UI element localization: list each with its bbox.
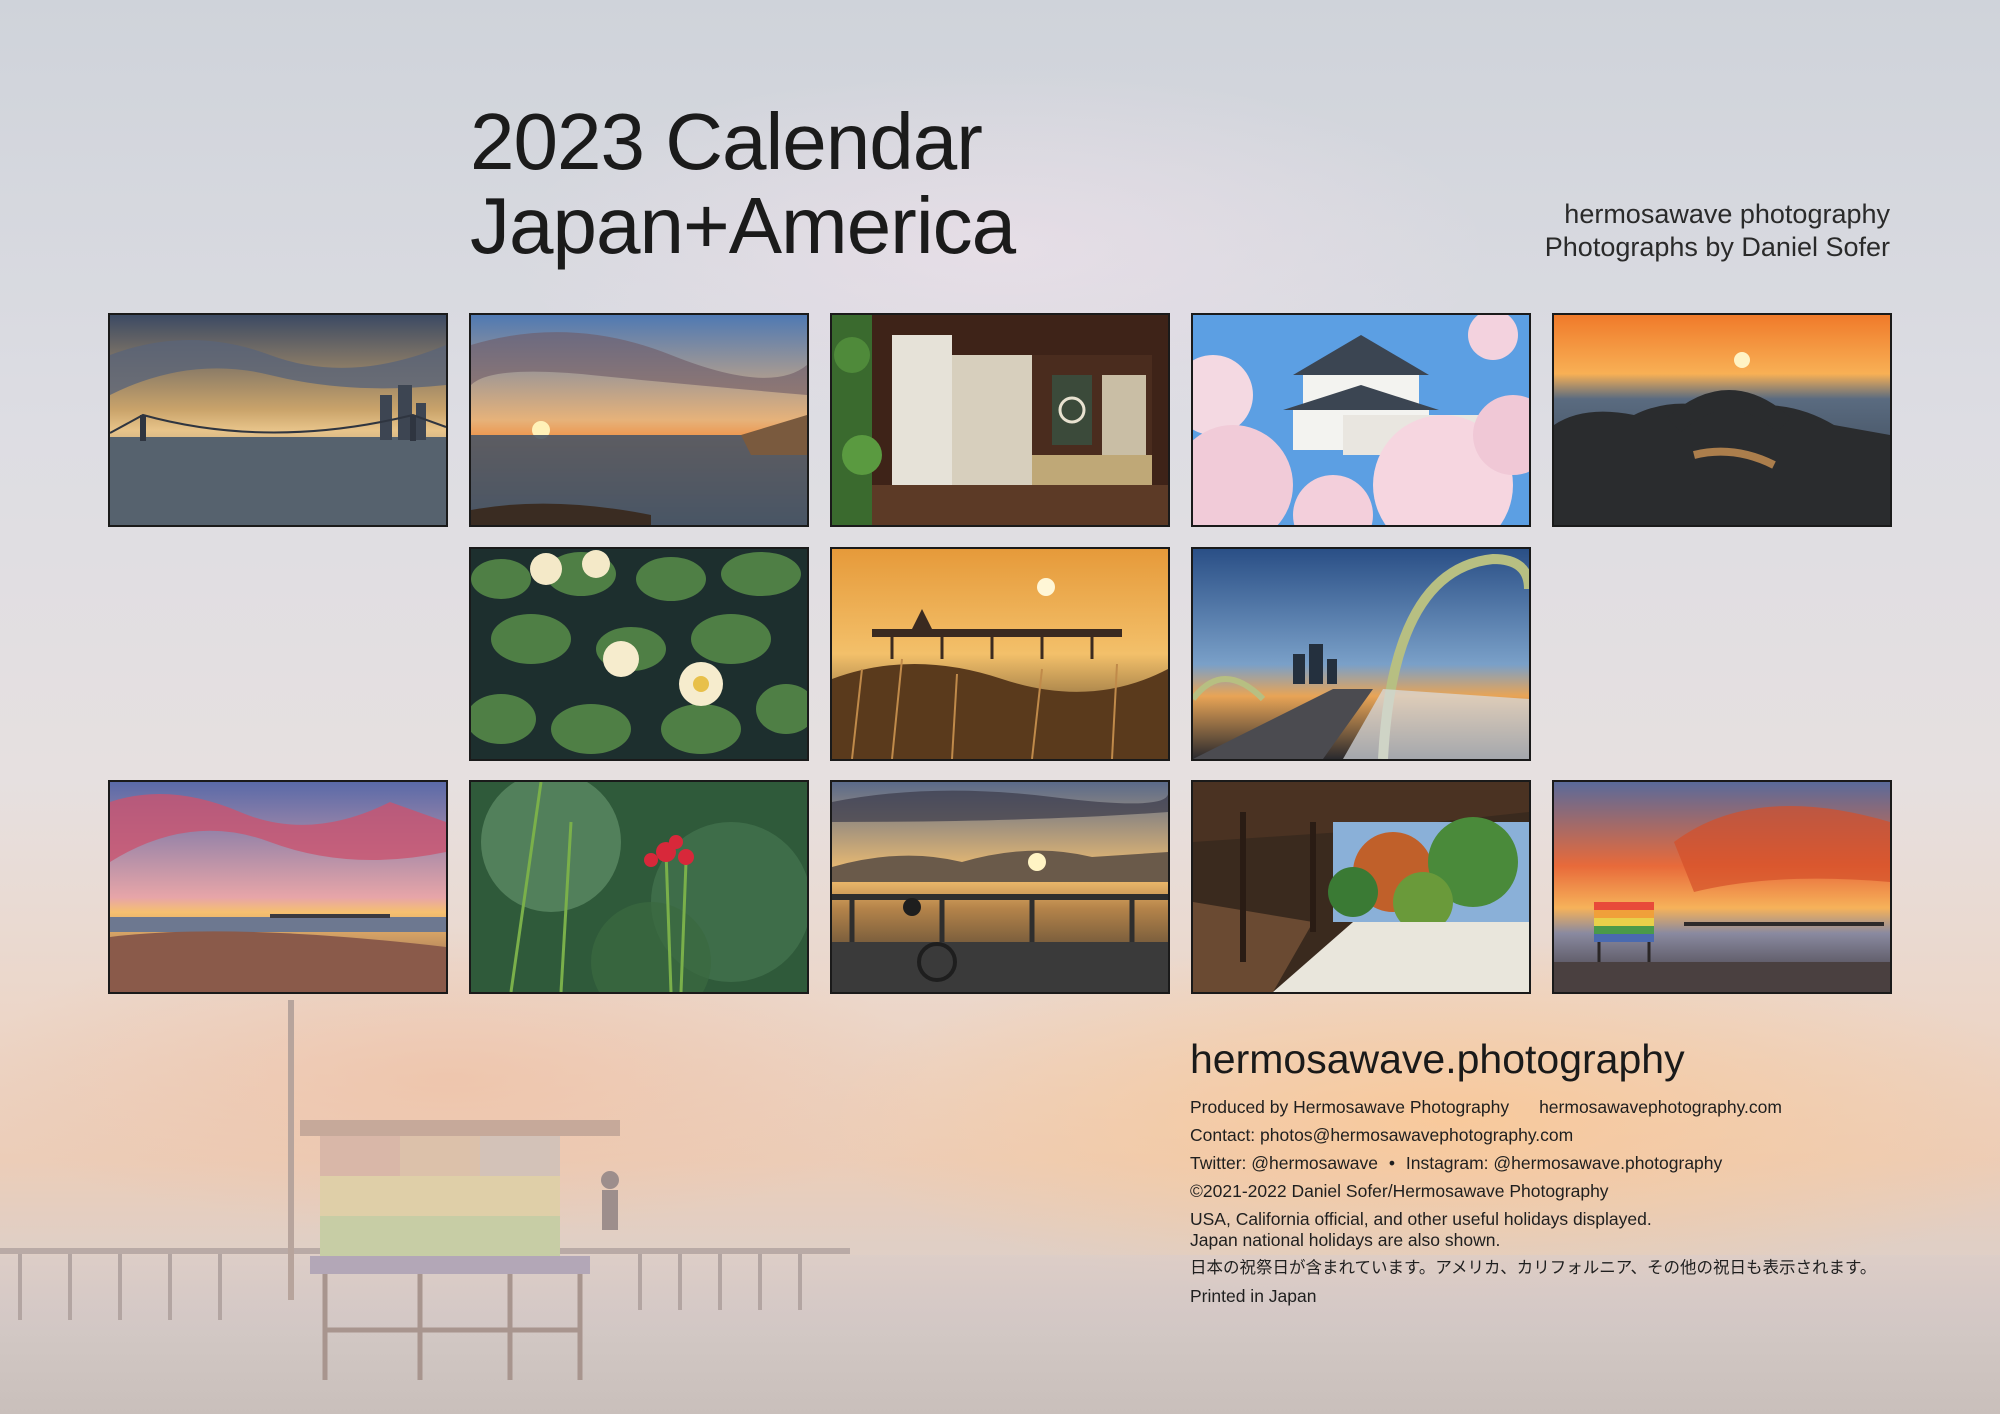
photo-water-lilies (469, 547, 809, 761)
background-lifeguard-tower (288, 1000, 620, 1380)
holidays-note-2: Japan national holidays are also shown. (1190, 1230, 1501, 1250)
publisher-info: hermosawave.photography Produced by Herm… (1190, 1035, 1930, 1314)
title-line-2: Japan+America (470, 181, 1016, 270)
photo-ocean-sunset (469, 313, 809, 527)
japanese-holidays-note: 日本の祝祭日が含まれています。アメリカ、カリフォルニア、その他の祝日も表示されま… (1190, 1259, 1877, 1277)
photo-city-bridge (108, 313, 448, 527)
contact-email[interactable]: Contact: photos@hermosawavephotography.c… (1190, 1125, 1930, 1146)
social-line: Twitter: @hermosawave • Instagram: @herm… (1190, 1153, 1930, 1174)
copyright: ©2021-2022 Daniel Sofer/Hermosawave Phot… (1190, 1181, 1609, 1201)
photo-temple-garden (1191, 780, 1531, 994)
photographer-credit: Photographs by Daniel Sofer (1544, 232, 1890, 262)
printed-in: Printed in Japan (1190, 1286, 1317, 1306)
separator-dot: • (1388, 1153, 1395, 1173)
photo-castle-blossoms (1191, 313, 1531, 527)
photo-arch-bridge-city (1191, 547, 1531, 761)
brand-block: hermosawave photography Photographs by D… (1545, 198, 1890, 264)
photo-pier-sunset-grass (830, 547, 1170, 761)
photo-rainbow-lifeguard-tower (1552, 780, 1892, 994)
site-name: hermosawave.photography (1190, 1036, 1685, 1082)
instagram-handle[interactable]: Instagram: @hermosawave.photography (1406, 1153, 1722, 1173)
brand-name: hermosawave photography (1564, 199, 1890, 229)
photo-red-spider-lily (469, 780, 809, 994)
calendar-title: 2023 Calendar Japan+America (470, 97, 1016, 270)
photo-beach-pink-clouds (108, 780, 448, 994)
photo-sunrise-bridge-cyclist (830, 780, 1170, 994)
website-link[interactable]: hermosawavephotography.com (1539, 1097, 1782, 1117)
produced-by: Produced by Hermosawave Photography (1190, 1097, 1510, 1117)
holidays-note-1: USA, California official, and other usef… (1190, 1209, 1652, 1229)
producer-line: Produced by Hermosawave Photography hermo… (1190, 1097, 1930, 1118)
photo-japanese-interior (830, 313, 1170, 527)
title-line-1: 2023 Calendar (470, 97, 983, 186)
twitter-handle[interactable]: Twitter: @hermosawave (1190, 1153, 1378, 1173)
photo-rock-arch-sunset (1552, 313, 1892, 527)
